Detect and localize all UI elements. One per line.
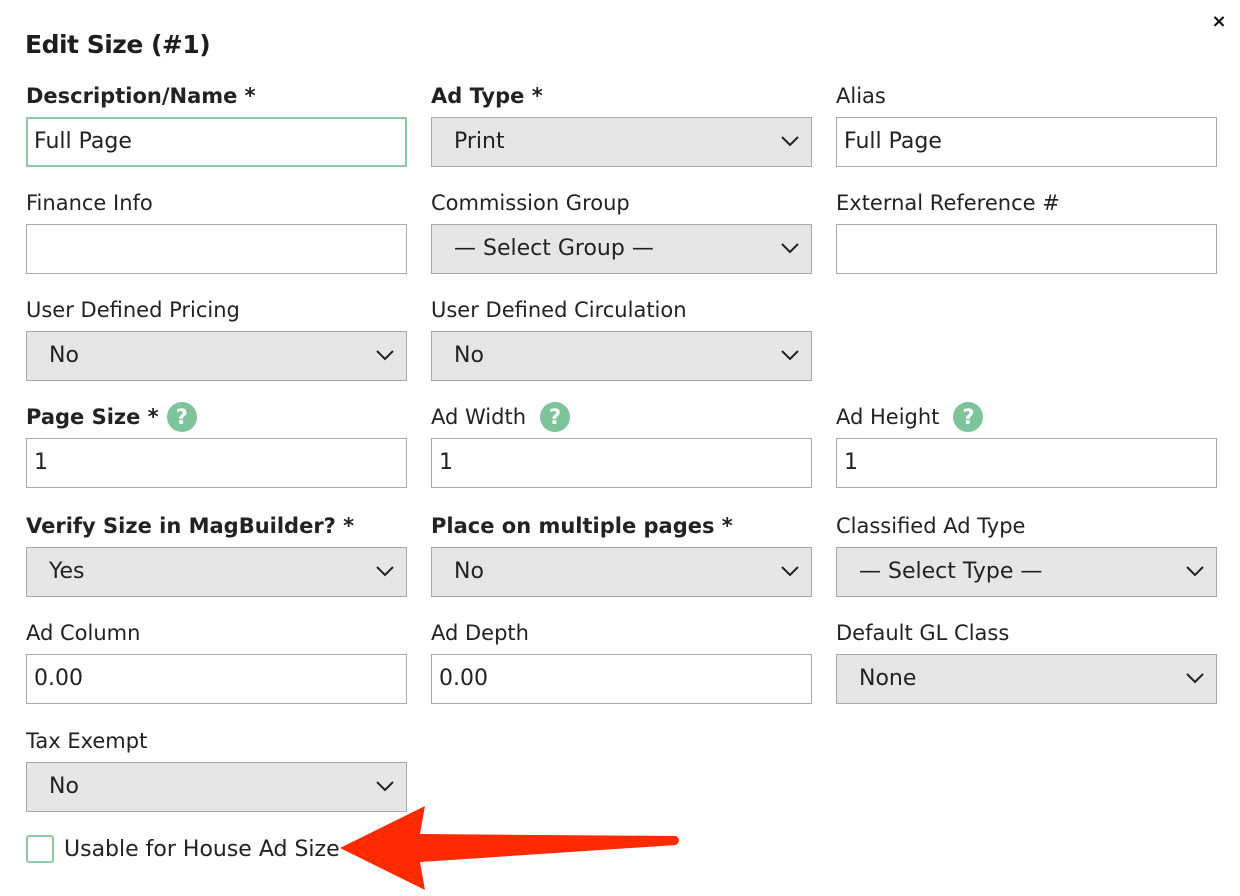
chevron-down-icon [1186,566,1204,577]
commission-group-label: Commission Group [431,191,630,215]
ad-width-input[interactable]: 1 [431,438,812,488]
ad-depth-input[interactable]: 0.00 [431,654,812,704]
page-size-label-row: Page Size *? [26,402,407,432]
description-field: Description/Name * Full Page [26,83,407,167]
ad-depth-field: Ad Depth 0.00 [431,620,812,704]
help-icon[interactable]: ? [540,402,571,432]
ad-type-field: Ad Type * Print [431,83,812,167]
verify-size-label: Verify Size in MagBuilder? * [26,514,355,538]
house-ad-label[interactable]: Usable for House Ad Size [64,837,340,862]
classified-type-select[interactable]: — Select Type — [836,547,1217,597]
external-ref-label: External Reference # [836,191,1060,215]
house-ad-row: Usable for House Ad Size [26,834,340,864]
user-circulation-label: User Defined Circulation [431,298,687,322]
ad-width-label: Ad Width [431,405,527,429]
ad-depth-label: Ad Depth [431,621,529,645]
user-circulation-field: User Defined Circulation No [431,297,812,381]
ad-width-field: Ad Width? 1 [431,402,812,488]
ad-height-label-row: Ad Height? [836,402,1217,432]
page-size-label: Page Size * [26,405,159,429]
finance-info-label: Finance Info [26,191,153,215]
multiple-pages-select[interactable]: No [431,547,812,597]
verify-size-select[interactable]: Yes [26,547,407,597]
tax-exempt-label: Tax Exempt [26,729,148,753]
verify-size-value: Yes [49,559,85,584]
help-icon[interactable]: ? [953,402,984,432]
chevron-down-icon [781,136,799,147]
gl-class-field: Default GL Class None [836,620,1217,704]
ad-type-value: Print [454,129,505,154]
user-pricing-select[interactable]: No [26,331,407,381]
commission-group-field: Commission Group — Select Group — [431,190,812,274]
ad-column-input[interactable]: 0.00 [26,654,407,704]
alias-input[interactable]: Full Page [836,117,1217,167]
alias-label: Alias [836,84,886,108]
classified-type-field: Classified Ad Type — Select Type — [836,513,1217,597]
external-ref-input[interactable] [836,224,1217,274]
ad-column-label: Ad Column [26,621,141,645]
user-circulation-select[interactable]: No [431,331,812,381]
classified-type-label: Classified Ad Type [836,514,1026,538]
page-size-input[interactable]: 1 [26,438,407,488]
finance-info-field: Finance Info [26,190,407,274]
chevron-down-icon [376,781,394,792]
user-pricing-label: User Defined Pricing [26,298,240,322]
ad-column-field: Ad Column 0.00 [26,620,407,704]
chevron-down-icon [781,350,799,361]
external-ref-field: External Reference # [836,190,1217,274]
chevron-down-icon [1186,673,1204,684]
tax-exempt-value: No [49,774,79,799]
tax-exempt-field: Tax Exempt No [26,728,407,812]
house-ad-checkbox[interactable] [26,835,54,863]
ad-width-label-row: Ad Width? [431,402,812,432]
ad-height-label: Ad Height [836,405,940,429]
chevron-down-icon [781,243,799,254]
user-circulation-value: No [454,343,484,368]
classified-type-value: — Select Type — [859,559,1043,584]
alias-field: Alias Full Page [836,83,1217,167]
close-icon[interactable]: × [1209,12,1229,32]
ad-type-label: Ad Type * [431,84,543,108]
help-icon[interactable]: ? [166,402,197,432]
gl-class-select[interactable]: None [836,654,1217,704]
multiple-pages-value: No [454,559,484,584]
description-label: Description/Name * [26,84,256,108]
ad-height-field: Ad Height? 1 [836,402,1217,488]
chevron-down-icon [376,566,394,577]
commission-group-value: — Select Group — [454,236,654,261]
ad-type-select[interactable]: Print [431,117,812,167]
dialog-title: Edit Size (#1) [25,30,211,59]
verify-size-field: Verify Size in MagBuilder? * Yes [26,513,407,597]
tax-exempt-select[interactable]: No [26,762,407,812]
chevron-down-icon [376,350,394,361]
chevron-down-icon [781,566,799,577]
multiple-pages-field: Place on multiple pages * No [431,513,812,597]
gl-class-value: None [859,666,917,691]
user-pricing-value: No [49,343,79,368]
user-pricing-field: User Defined Pricing No [26,297,407,381]
commission-group-select[interactable]: — Select Group — [431,224,812,274]
finance-info-input[interactable] [26,224,407,274]
description-input[interactable]: Full Page [26,117,407,167]
multiple-pages-label: Place on multiple pages * [431,514,733,538]
gl-class-label: Default GL Class [836,621,1010,645]
ad-height-input[interactable]: 1 [836,438,1217,488]
page-size-field: Page Size *? 1 [26,402,407,488]
